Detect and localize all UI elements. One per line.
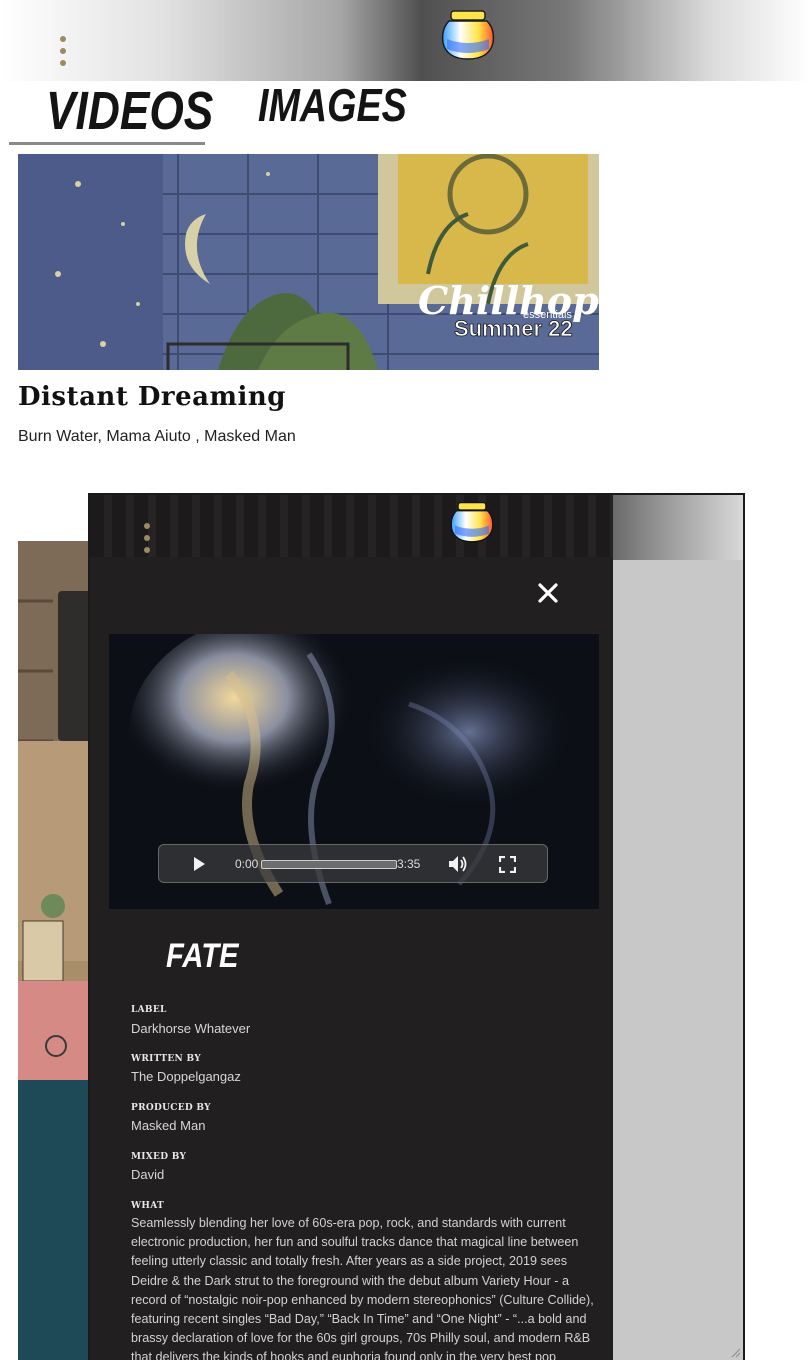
produced-by-value: Masked Man xyxy=(131,1118,206,1133)
video-controls: 0:00 3:35 xyxy=(158,844,548,883)
jar-logo-icon[interactable] xyxy=(439,9,497,63)
label-value: Darkhorse Whatever xyxy=(131,1021,251,1036)
modal-jar-logo-icon[interactable] xyxy=(448,501,496,545)
tab-images[interactable]: IMAGES xyxy=(258,78,407,132)
thumbnail-illustration: Chillhop essentials Summer 22 xyxy=(18,154,599,370)
fullscreen-icon[interactable] xyxy=(499,856,516,873)
site-header xyxy=(0,0,810,81)
written-by-value: The Doppelgangaz xyxy=(131,1069,241,1084)
label-heading: LABEL xyxy=(131,1005,167,1015)
thumbnail-illustration-2 xyxy=(18,541,93,1080)
thumb-text-3: Summer 22 xyxy=(454,316,573,341)
mixed-by-heading: MIXED BY xyxy=(131,1152,187,1162)
video-thumbnail-2[interactable] xyxy=(18,541,93,1080)
active-tab-indicator xyxy=(9,142,205,145)
overlay-window: 0:00 3:35 FATE LABEL Darkhorse Whatever … xyxy=(88,493,745,1360)
video-modal: 0:00 3:35 FATE LABEL Darkhorse Whatever … xyxy=(90,495,613,1360)
resize-grip-icon[interactable] xyxy=(729,1346,741,1358)
modal-kebab-menu-icon[interactable] xyxy=(143,523,151,553)
kebab-menu-icon[interactable] xyxy=(59,36,67,66)
seek-bar[interactable] xyxy=(261,860,397,869)
modal-header xyxy=(90,495,613,557)
song-title: FATE xyxy=(166,937,239,975)
overlay-header-strip xyxy=(613,495,743,560)
volume-icon[interactable] xyxy=(448,855,468,873)
produced-by-heading: PRODUCED BY xyxy=(131,1103,211,1113)
video-thumbnail-2-bottom xyxy=(18,1080,93,1360)
what-description: Seamlessly blending her love of 60s-era … xyxy=(131,1216,594,1360)
tab-videos[interactable]: VIDEOS xyxy=(46,80,213,142)
current-time: 0:00 xyxy=(235,857,259,871)
play-icon[interactable] xyxy=(191,856,207,872)
video-thumbnail[interactable]: Chillhop essentials Summer 22 xyxy=(18,154,599,370)
written-by-heading: WRITTEN BY xyxy=(131,1054,201,1064)
what-heading: WHAT xyxy=(131,1201,164,1211)
mixed-by-value: David xyxy=(131,1167,165,1182)
card-title[interactable]: Distant Dreaming xyxy=(18,382,286,412)
close-icon[interactable] xyxy=(536,581,560,605)
video-player[interactable]: 0:00 3:35 xyxy=(109,634,599,909)
card-artists: Burn Water, Mama Aiuto , Masked Man xyxy=(18,428,296,445)
duration: 3:35 xyxy=(397,857,421,871)
